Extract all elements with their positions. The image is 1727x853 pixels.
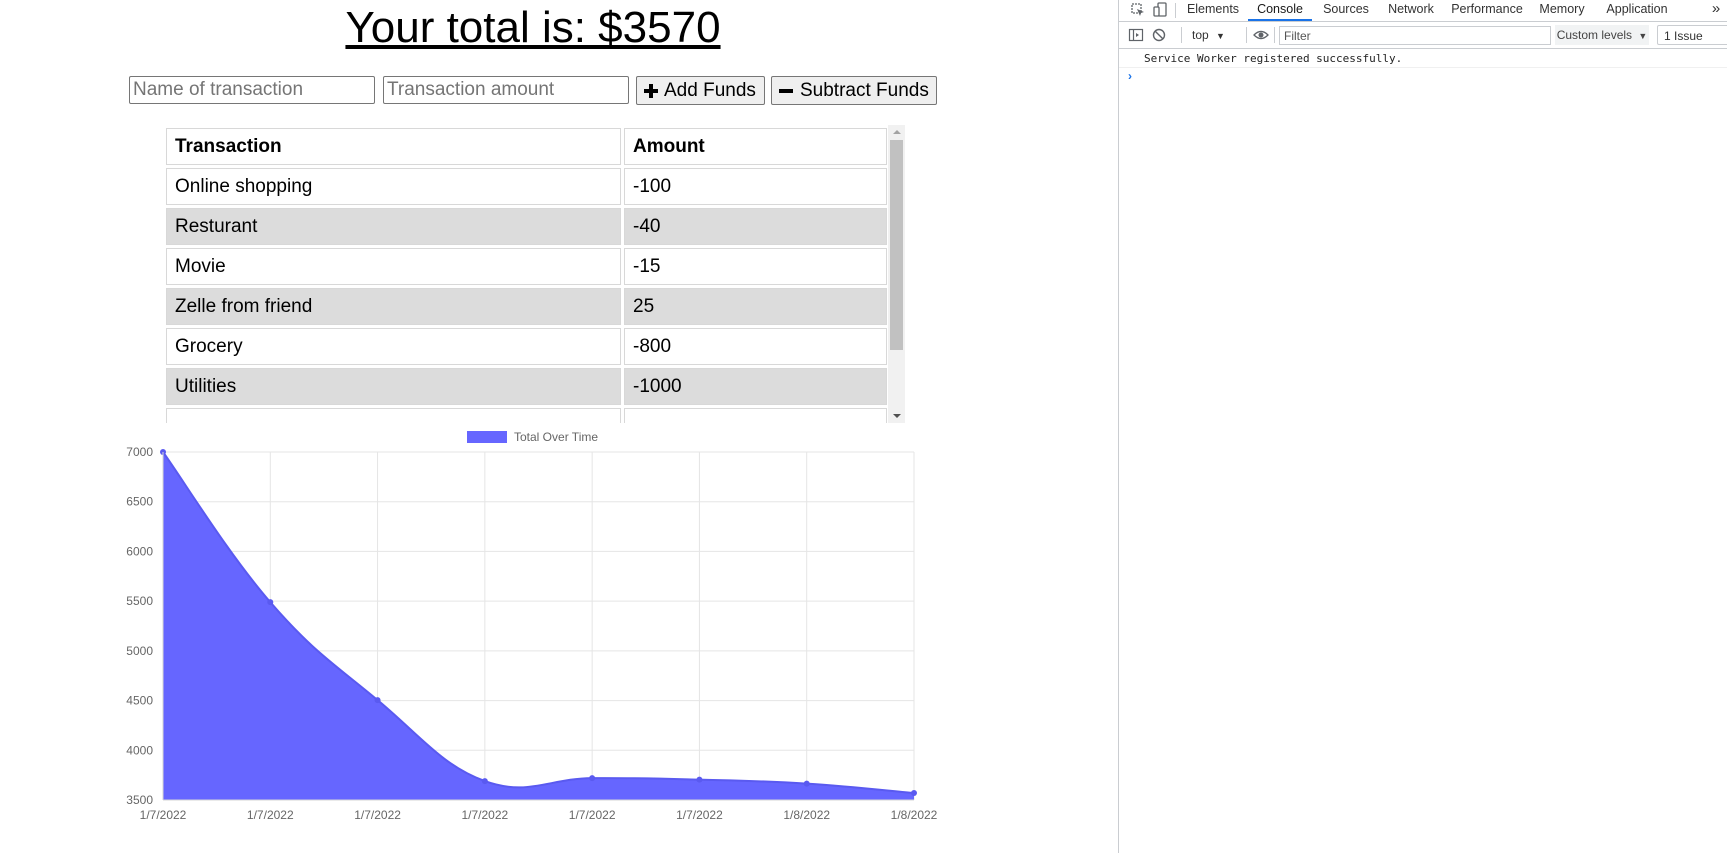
inspect-element-icon[interactable]: [1130, 2, 1146, 18]
device-toolbar-icon[interactable]: [1152, 2, 1168, 18]
transaction-name-cell: Zelle from friend: [166, 288, 621, 325]
x-tick-label: 1/8/2022: [783, 808, 830, 822]
transaction-amount-cell: -100: [624, 168, 887, 205]
devtools-tab-bar: Elements Console Sources Network Perform…: [1119, 0, 1727, 22]
table-row: Zelle from friend 25: [166, 288, 887, 325]
total-heading: Your total is: $3570: [345, 3, 721, 52]
tab-console[interactable]: Console: [1248, 0, 1312, 21]
plus-icon: [644, 83, 658, 98]
data-point[interactable]: [589, 775, 596, 782]
table-scrollbar[interactable]: [888, 125, 905, 423]
transaction-amount-cell: -40: [624, 208, 887, 245]
tab-memory[interactable]: Memory: [1532, 0, 1592, 21]
more-tabs-icon[interactable]: »: [1707, 0, 1725, 21]
data-point[interactable]: [481, 778, 488, 785]
y-tick-label: 4500: [126, 694, 153, 708]
tab-elements[interactable]: Elements: [1181, 0, 1245, 21]
app-pane: Your total is: $3570 Add Funds Subtract …: [0, 0, 1118, 853]
transaction-amount-cell: -800: [624, 328, 887, 365]
data-point[interactable]: [267, 599, 274, 606]
scroll-down-arrow-icon[interactable]: [888, 409, 905, 423]
transaction-amount-cell: -15: [624, 248, 887, 285]
x-tick-label: 1/7/2022: [676, 808, 723, 822]
table-row: Utilities -1000: [166, 368, 887, 405]
log-levels-label: Custom levels: [1556, 28, 1633, 42]
area-series: [163, 452, 914, 800]
sidebar-toggle-icon[interactable]: [1128, 27, 1144, 43]
transaction-table-container[interactable]: Transaction Amount Online shopping -100 …: [163, 125, 904, 423]
transaction-amount-cell: -1000: [624, 368, 887, 405]
eye-icon[interactable]: [1253, 27, 1269, 43]
tab-sources[interactable]: Sources: [1315, 0, 1377, 21]
filter-input[interactable]: [1279, 26, 1551, 45]
add-funds-label: Add Funds: [664, 79, 756, 101]
legend-label[interactable]: Total Over Time: [514, 430, 598, 444]
log-levels-select[interactable]: Custom levels ▼: [1555, 25, 1649, 45]
context-label: top: [1192, 28, 1209, 42]
table-row: Online shopping -100: [166, 168, 887, 205]
transaction-name-cell: [166, 408, 621, 423]
subtract-funds-button[interactable]: Subtract Funds: [771, 76, 937, 105]
transaction-table: Transaction Amount Online shopping -100 …: [163, 125, 890, 423]
transaction-name-cell: Grocery: [166, 328, 621, 365]
y-tick-label: 6500: [126, 495, 153, 509]
console-toolbar: top ▼ Custom levels ▼ 1 Issue: [1119, 22, 1727, 49]
scroll-thumb[interactable]: [890, 140, 903, 350]
minus-icon: [779, 84, 793, 98]
transaction-name-cell: Online shopping: [166, 168, 621, 205]
transaction-amount-input[interactable]: [383, 76, 629, 104]
chevron-down-icon: ▼: [1638, 31, 1648, 41]
x-tick-label: 1/7/2022: [354, 808, 401, 822]
x-tick-label: 1/7/2022: [140, 808, 187, 822]
y-tick-label: 6000: [126, 544, 153, 558]
data-point[interactable]: [803, 780, 810, 787]
console-prompt-icon[interactable]: ›: [1128, 69, 1132, 83]
y-tick-label: 7000: [126, 445, 153, 459]
table-header-row: Transaction Amount: [166, 128, 887, 165]
transaction-name-cell: Movie: [166, 248, 621, 285]
x-tick-label: 1/7/2022: [247, 808, 294, 822]
transaction-amount-cell: 25: [624, 288, 887, 325]
table-row: Grocery -800: [166, 328, 887, 365]
y-tick-label: 5000: [126, 644, 153, 658]
scroll-up-arrow-icon[interactable]: [888, 125, 905, 139]
total-over-time-chart: 3500 4000 4500 5000 5500 6000 6500 7000 1/7/2022…: [126, 430, 938, 822]
tab-application[interactable]: Application: [1595, 0, 1679, 21]
subtract-funds-label: Subtract Funds: [800, 79, 929, 101]
issues-badge[interactable]: 1 Issue: [1657, 25, 1727, 45]
y-tick-label: 5500: [126, 594, 153, 608]
transaction-name-cell: Resturant: [166, 208, 621, 245]
table-row: Resturant -40: [166, 208, 887, 245]
x-tick-label: 1/8/2022: [891, 808, 938, 822]
legend-swatch[interactable]: [467, 431, 507, 443]
tab-network[interactable]: Network: [1380, 0, 1442, 21]
chevron-down-icon: ▼: [1216, 31, 1225, 41]
context-select[interactable]: top ▼: [1192, 26, 1225, 44]
clear-console-icon[interactable]: [1151, 27, 1167, 43]
data-point[interactable]: [696, 776, 703, 783]
y-tick-label: 4000: [126, 743, 153, 757]
x-tick-label: 1/7/2022: [461, 808, 508, 822]
console-message: Service Worker registered successfully.: [1119, 49, 1727, 68]
devtools-panel: Elements Console Sources Network Perform…: [1118, 0, 1727, 853]
transaction-name-cell: Utilities: [166, 368, 621, 405]
header-amount: Amount: [624, 128, 887, 165]
add-funds-button[interactable]: Add Funds: [636, 76, 765, 105]
table-row: [166, 408, 887, 423]
data-point[interactable]: [374, 697, 381, 704]
header-transaction: Transaction: [166, 128, 621, 165]
tab-performance[interactable]: Performance: [1445, 0, 1529, 21]
table-row: Movie -15: [166, 248, 887, 285]
x-tick-label: 1/7/2022: [569, 808, 616, 822]
transaction-amount-cell: [624, 408, 887, 423]
data-point[interactable]: [911, 790, 917, 797]
transaction-name-input[interactable]: [129, 76, 375, 104]
y-tick-label: 3500: [126, 793, 153, 807]
